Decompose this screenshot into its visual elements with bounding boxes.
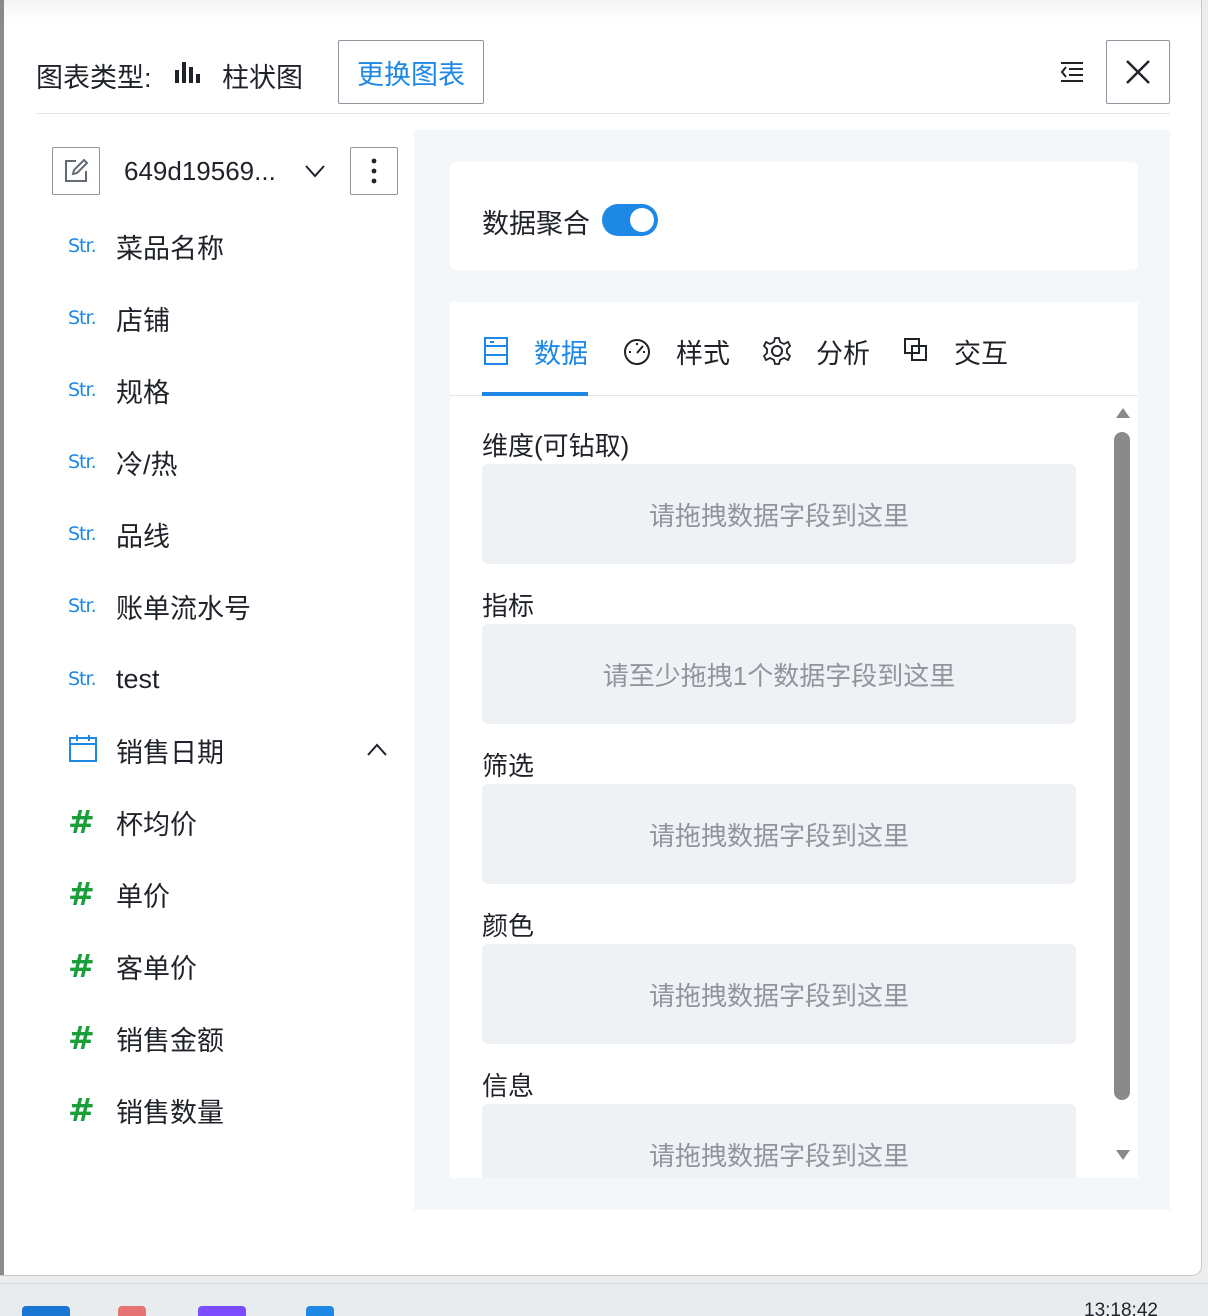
string-type-icon: Str. <box>68 595 97 617</box>
tab-label: 样式 <box>676 339 730 369</box>
dataset-name[interactable]: 649d19569... <box>124 156 276 187</box>
field-name: 品线 <box>116 521 170 552</box>
dimension-dropzone[interactable]: 请拖拽数据字段到这里 <box>482 464 1076 564</box>
filter-dropzone[interactable]: 请拖拽数据字段到这里 <box>482 784 1076 884</box>
tab-analysis[interactable]: 分析 <box>762 332 870 396</box>
number-type-icon: # <box>68 1091 95 1129</box>
taskbar-app-icon[interactable] <box>198 1306 246 1316</box>
section-title-measure: 指标 <box>482 591 535 621</box>
field-item[interactable]: # 销售数量 <box>68 1090 388 1130</box>
field-list-panel: 649d19569... Str. 菜品名称 Str. 店铺 Str. 规格 S… <box>36 114 414 1214</box>
field-name: 客单价 <box>116 953 197 984</box>
field-name: test <box>116 663 160 694</box>
field-item[interactable]: # 杯均价 <box>68 802 388 842</box>
string-type-icon: Str. <box>68 668 97 690</box>
field-item[interactable]: Str. 菜品名称 <box>68 226 388 266</box>
field-name: 店铺 <box>116 305 170 336</box>
field-name: 销售数量 <box>116 1097 224 1128</box>
close-button[interactable] <box>1106 40 1170 104</box>
aggregation-label: 数据聚合 <box>482 209 590 239</box>
field-name: 销售日期 <box>116 737 224 768</box>
field-name: 规格 <box>116 377 170 408</box>
field-name: 冷/热 <box>116 449 178 480</box>
chevron-down-icon[interactable] <box>304 160 326 182</box>
field-item[interactable]: Str. test <box>68 659 388 699</box>
tab-style[interactable]: 样式 <box>622 332 730 396</box>
field-name: 销售金额 <box>116 1025 224 1056</box>
field-item[interactable]: Str. 店铺 <box>68 298 388 338</box>
scrollbar-thumb[interactable] <box>1114 432 1130 1100</box>
chevron-up-icon[interactable] <box>366 739 388 761</box>
gear-icon <box>762 337 792 365</box>
config-tabs: 数据 样式 分析 交互 <box>450 302 1138 396</box>
section-title-info: 信息 <box>482 1071 535 1101</box>
field-name: 菜品名称 <box>116 233 224 264</box>
window-left-edge <box>0 0 4 1275</box>
string-type-icon: Str. <box>68 307 97 329</box>
field-item[interactable]: # 销售金额 <box>68 1018 388 1058</box>
number-type-icon: # <box>68 947 95 985</box>
number-type-icon: # <box>68 875 95 913</box>
taskbar-app-icon[interactable] <box>22 1306 70 1316</box>
section-title-color: 颜色 <box>482 911 535 941</box>
number-type-icon: # <box>68 1019 95 1057</box>
gauge-icon <box>624 339 650 365</box>
chart-type-label: 图表类型: <box>36 63 152 93</box>
tab-label: 交互 <box>954 339 1008 369</box>
os-taskbar: 13:18:42 <box>0 1283 1208 1316</box>
vertical-scrollbar[interactable] <box>1110 402 1134 1172</box>
chart-type-value: 柱状图 <box>222 63 303 93</box>
collapse-menu-icon[interactable] <box>1058 58 1086 86</box>
tab-label: 分析 <box>816 339 870 369</box>
taskbar-app-icon[interactable] <box>118 1306 146 1316</box>
tab-data[interactable]: 数据 <box>482 332 588 396</box>
field-item[interactable]: # 客单价 <box>68 946 388 986</box>
field-item[interactable]: Str. 品线 <box>68 514 388 554</box>
tab-interaction[interactable]: 交互 <box>902 332 1008 396</box>
chart-config-panel: 数据聚合 数据 样式 分析 交互 维度(可钻取) 请拖拽数据字段到这里 指标 请… <box>414 130 1170 1210</box>
string-type-icon: Str. <box>68 451 97 473</box>
field-name: 账单流水号 <box>116 593 251 624</box>
scroll-up-arrow[interactable] <box>1116 408 1130 418</box>
scroll-down-arrow[interactable] <box>1116 1150 1130 1160</box>
number-type-icon: # <box>68 803 95 841</box>
field-name: 单价 <box>116 881 170 912</box>
field-item[interactable]: Str. 账单流水号 <box>68 586 388 626</box>
interaction-icon <box>904 338 927 361</box>
measure-dropzone[interactable]: 请至少拖拽1个数据字段到这里 <box>482 624 1076 724</box>
aggregation-card: 数据聚合 <box>450 162 1138 270</box>
more-vertical-icon <box>371 158 377 184</box>
string-type-icon: Str. <box>68 379 97 401</box>
field-item[interactable]: Str. 规格 <box>68 370 388 410</box>
taskbar-clock: 13:18:42 <box>1084 1300 1158 1316</box>
field-name: 杯均价 <box>116 809 197 840</box>
color-dropzone[interactable]: 请拖拽数据字段到这里 <box>482 944 1076 1044</box>
string-type-icon: Str. <box>68 235 97 257</box>
taskbar-app-icon[interactable] <box>306 1306 334 1316</box>
switch-chart-button[interactable]: 更换图表 <box>338 40 484 104</box>
section-title-dimension: 维度(可钻取) <box>482 431 630 461</box>
tab-label: 数据 <box>534 339 588 369</box>
dataset-more-button[interactable] <box>350 147 398 195</box>
edit-dataset-button[interactable] <box>52 147 100 195</box>
info-dropzone[interactable]: 请拖拽数据字段到这里 <box>482 1104 1076 1178</box>
chart-type-header: 图表类型: 柱状图 更换图表 <box>36 40 1170 114</box>
string-type-icon: Str. <box>68 523 97 545</box>
bar-chart-icon <box>175 62 200 83</box>
close-icon <box>1126 60 1150 84</box>
chart-config-window: 图表类型: 柱状图 更换图表 649d19569... Str. 菜品名称 St… <box>0 0 1202 1276</box>
aggregation-toggle[interactable] <box>602 204 658 236</box>
window-top-shade <box>4 0 1201 20</box>
section-title-filter: 筛选 <box>482 751 535 781</box>
data-icon <box>484 337 508 365</box>
field-item-date[interactable]: 销售日期 <box>68 730 388 770</box>
calendar-icon <box>68 733 116 768</box>
edit-icon <box>65 158 89 182</box>
field-item[interactable]: Str. 冷/热 <box>68 442 388 482</box>
field-item[interactable]: # 单价 <box>68 874 388 914</box>
config-card: 数据 样式 分析 交互 维度(可钻取) 请拖拽数据字段到这里 指标 请至少拖拽1… <box>450 302 1138 1178</box>
